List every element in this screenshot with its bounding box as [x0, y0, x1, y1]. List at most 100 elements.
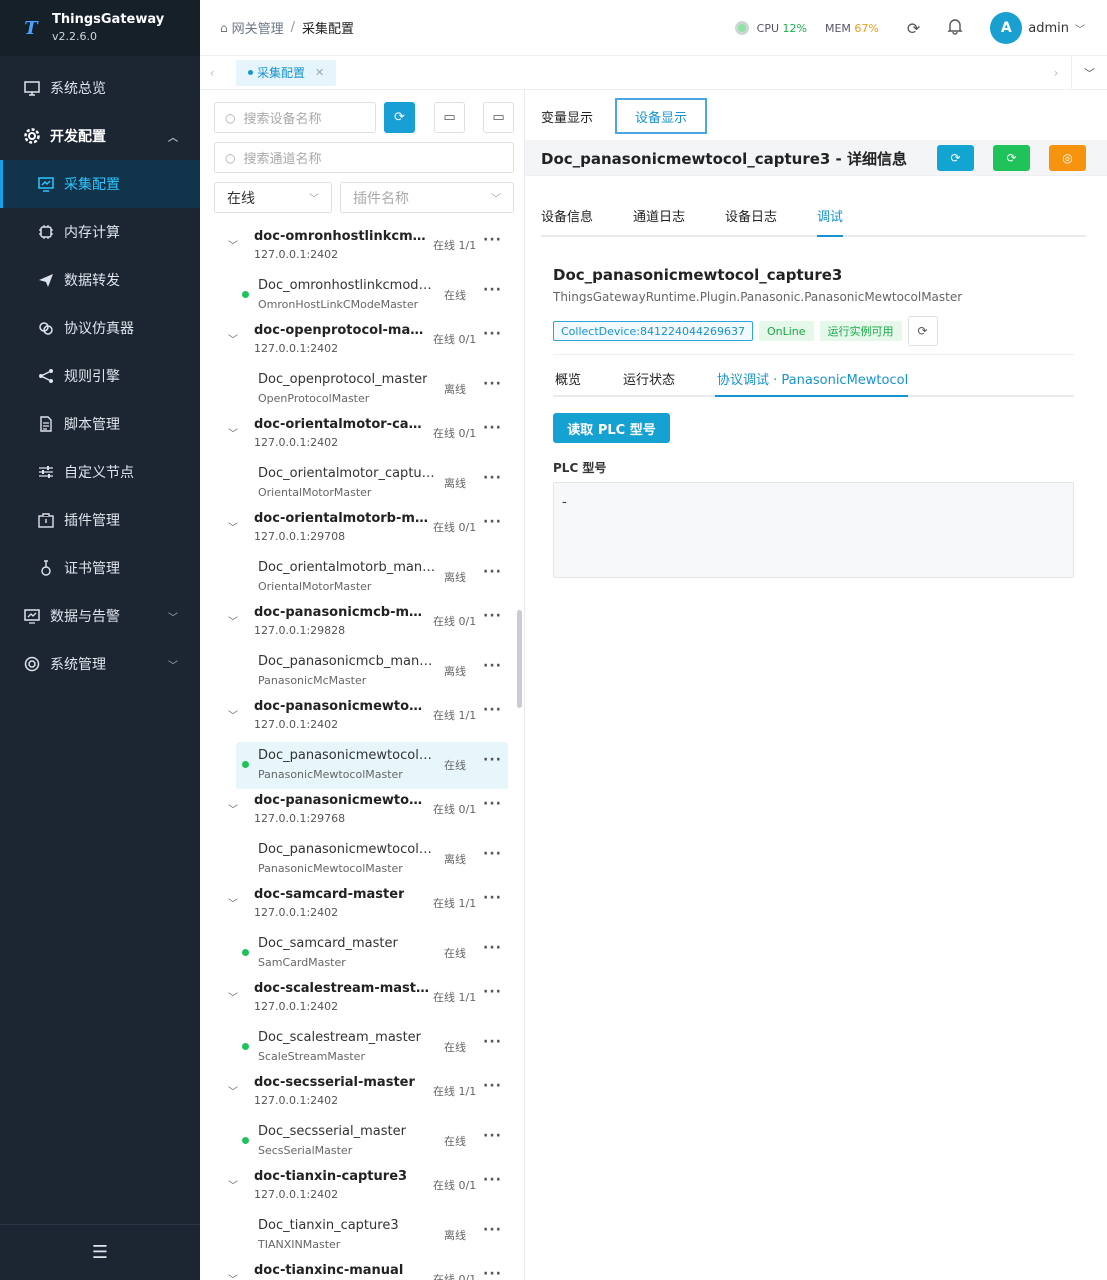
- channel-node[interactable]: ﹀ doc-panasonicmewtocol-capture3 127.0.0.1…: [200, 695, 518, 742]
- tab-debug[interactable]: 调试: [817, 206, 844, 237]
- more-icon[interactable]: ···: [483, 564, 502, 580]
- device-node[interactable]: Doc_tianxin_capture3 TIANXINMaster 离线 ···: [200, 1212, 518, 1259]
- more-icon[interactable]: ···: [483, 376, 502, 392]
- channel-node[interactable]: ﹀ doc-orientalmotor-capture3 127.0.0.1:240…: [200, 413, 518, 460]
- breadcrumb-item[interactable]: 网关管理: [232, 18, 284, 37]
- chevron-down-icon[interactable]: ﹀: [228, 801, 238, 816]
- sidebar-item-custom-node[interactable]: 自定义节点: [0, 448, 200, 496]
- bell-icon[interactable]: [946, 17, 964, 39]
- chevron-down-icon[interactable]: ﹀: [1071, 56, 1107, 90]
- sidebar-item-memory-compute[interactable]: 内存计算: [0, 208, 200, 256]
- refresh-device-button[interactable]: ⟳: [937, 145, 974, 171]
- status-filter-select[interactable]: 在线 ﹀: [214, 182, 332, 213]
- tab-collect-config[interactable]: 采集配置 ✕: [236, 59, 337, 86]
- sidebar-item-data-forward[interactable]: 数据转发: [0, 256, 200, 304]
- chevron-down-icon[interactable]: ﹀: [228, 519, 238, 534]
- device-node[interactable]: Doc_orientalmotor_capture3 OrientalMotorM…: [200, 460, 518, 507]
- device-node[interactable]: Doc_panasonicmewtocolb_manual PanasonicMe…: [200, 836, 518, 883]
- device-node[interactable]: Doc_openprotocol_master OpenProtocolMaste…: [200, 366, 518, 413]
- chevron-down-icon[interactable]: ﹀: [228, 1177, 238, 1192]
- device-node[interactable]: Doc_panasonicmewtocol_capture3 PanasonicM…: [236, 742, 508, 789]
- tab-device-info[interactable]: 设备信息: [541, 206, 593, 237]
- collapse-sidebar-button[interactable]: ☰: [0, 1224, 200, 1280]
- sidebar-item-dev-config[interactable]: 开发配置 ︿: [0, 112, 200, 160]
- home-icon[interactable]: ⌂: [220, 21, 228, 35]
- refresh-tree-button[interactable]: ⟳: [384, 102, 415, 133]
- chevron-down-icon[interactable]: ﹀: [228, 707, 238, 722]
- device-node[interactable]: Doc_orientalmotorb_manual OrientalMotorMa…: [200, 554, 518, 601]
- more-icon[interactable]: ···: [483, 470, 502, 486]
- device-node[interactable]: Doc_secsserial_master SecsSerialMaster 在线 ·…: [200, 1118, 518, 1165]
- plugin-filter-select[interactable]: 插件名称 ﹀: [340, 182, 514, 213]
- channel-node[interactable]: ﹀ doc-tianxinc-manual 在线 0/1 ···: [200, 1259, 518, 1280]
- sidebar-item-data-alarm[interactable]: 数据与告警 ﹀: [0, 592, 200, 640]
- sidebar-item-cert[interactable]: 证书管理: [0, 544, 200, 592]
- tab-device-view[interactable]: 设备显示: [615, 98, 708, 134]
- more-icon[interactable]: ···: [483, 232, 502, 248]
- close-icon[interactable]: ✕: [315, 66, 324, 79]
- more-icon[interactable]: ···: [483, 1172, 502, 1188]
- chevron-left-icon[interactable]: ‹: [200, 66, 224, 80]
- chevron-down-icon[interactable]: ﹀: [228, 613, 238, 628]
- search-channel-input[interactable]: ○ 搜索通道名称: [214, 142, 514, 173]
- sidebar-item-overview[interactable]: 系统总览: [0, 64, 200, 112]
- chevron-down-icon[interactable]: ﹀: [228, 331, 238, 346]
- more-icon[interactable]: ···: [483, 420, 502, 436]
- user-name[interactable]: admin: [1028, 21, 1069, 36]
- tab-channel-log[interactable]: 通道日志: [633, 206, 685, 237]
- channel-node[interactable]: ﹀ doc-omronhostlinkcmode-master 127.0.0.1:…: [200, 225, 518, 272]
- more-icon[interactable]: ···: [483, 1034, 502, 1050]
- channel-node[interactable]: ﹀ doc-orientalmotorb-manual 127.0.0.1:2970…: [200, 507, 518, 554]
- sidebar-item-system[interactable]: 系统管理 ﹀: [0, 640, 200, 688]
- more-icon[interactable]: ···: [483, 608, 502, 624]
- tree-scrollbar[interactable]: [517, 610, 522, 708]
- refresh-icon[interactable]: ⟳: [907, 19, 920, 38]
- tab-protocol-debug[interactable]: 协议调试 · PanasonicMewtocol: [715, 363, 909, 397]
- chevron-down-icon[interactable]: ﹀: [228, 1083, 238, 1098]
- channel-node[interactable]: ﹀ doc-tianxin-capture3 127.0.0.1:2402 在线 0/…: [200, 1165, 518, 1212]
- more-icon[interactable]: ···: [483, 890, 502, 906]
- more-icon[interactable]: ···: [483, 282, 502, 298]
- channel-node[interactable]: ﹀ doc-scalestream-master 127.0.0.1:2402 在线 …: [200, 977, 518, 1024]
- tab-variable-view[interactable]: 变量显示: [541, 98, 613, 134]
- more-icon[interactable]: ···: [483, 984, 502, 1000]
- channel-node[interactable]: ﹀ doc-panasonicmewtocolb-manual 127.0.0.1:…: [200, 789, 518, 836]
- chevron-down-icon[interactable]: ﹀: [228, 237, 238, 252]
- more-icon[interactable]: ···: [483, 846, 502, 862]
- more-icon[interactable]: ···: [483, 1078, 502, 1094]
- refresh-status-button[interactable]: ⟳: [907, 316, 938, 346]
- tab-run-status[interactable]: 运行状态: [621, 363, 675, 395]
- more-icon[interactable]: ···: [483, 658, 502, 674]
- chevron-down-icon[interactable]: ﹀: [228, 989, 238, 1004]
- more-icon[interactable]: ···: [483, 940, 502, 956]
- stop-device-button[interactable]: ◎: [1049, 145, 1086, 171]
- read-plc-model-button[interactable]: 读取 PLC 型号: [553, 413, 670, 443]
- chevron-down-icon[interactable]: ﹀: [228, 1271, 238, 1280]
- channel-node[interactable]: ﹀ doc-panasonicmcb-manual 127.0.0.1:29828 在…: [200, 601, 518, 648]
- more-icon[interactable]: ···: [483, 1222, 502, 1238]
- restart-device-button[interactable]: ⟳: [993, 145, 1030, 171]
- device-node[interactable]: Doc_samcard_master SamCardMaster 在线 ···: [200, 930, 518, 977]
- tab-device-log[interactable]: 设备日志: [725, 206, 777, 237]
- chevron-down-icon[interactable]: ﹀: [228, 895, 238, 910]
- avatar[interactable]: A: [990, 12, 1023, 44]
- more-icon[interactable]: ···: [483, 1266, 502, 1280]
- more-icon[interactable]: ···: [483, 702, 502, 718]
- device-node[interactable]: Doc_omronhostlinkcmode_master OmronHostLi…: [200, 272, 518, 319]
- monitor-view-button[interactable]: ▭: [483, 102, 514, 133]
- sidebar-item-script[interactable]: 脚本管理: [0, 400, 200, 448]
- search-device-input[interactable]: ○ 搜索设备名称: [214, 102, 376, 133]
- more-icon[interactable]: ···: [483, 796, 502, 812]
- chevron-down-icon[interactable]: ﹀: [228, 425, 238, 440]
- more-icon[interactable]: ···: [483, 514, 502, 530]
- device-node[interactable]: Doc_panasonicmcb_manual PanasonicMcMaster…: [200, 648, 518, 695]
- sidebar-item-plugin[interactable]: 插件管理: [0, 496, 200, 544]
- chevron-down-icon[interactable]: ﹀: [1075, 21, 1085, 36]
- channel-node[interactable]: ﹀ doc-secsserial-master 127.0.0.1:2402 在线 1…: [200, 1071, 518, 1118]
- tab-overview[interactable]: 概览: [553, 363, 581, 395]
- more-icon[interactable]: ···: [483, 1128, 502, 1144]
- more-icon[interactable]: ···: [483, 326, 502, 342]
- sidebar-item-collect-config[interactable]: 采集配置: [0, 160, 200, 208]
- sidebar-item-rule-engine[interactable]: 规则引擎: [0, 352, 200, 400]
- channel-node[interactable]: ﹀ doc-samcard-master 127.0.0.1:2402 在线 1/1 ·…: [200, 883, 518, 930]
